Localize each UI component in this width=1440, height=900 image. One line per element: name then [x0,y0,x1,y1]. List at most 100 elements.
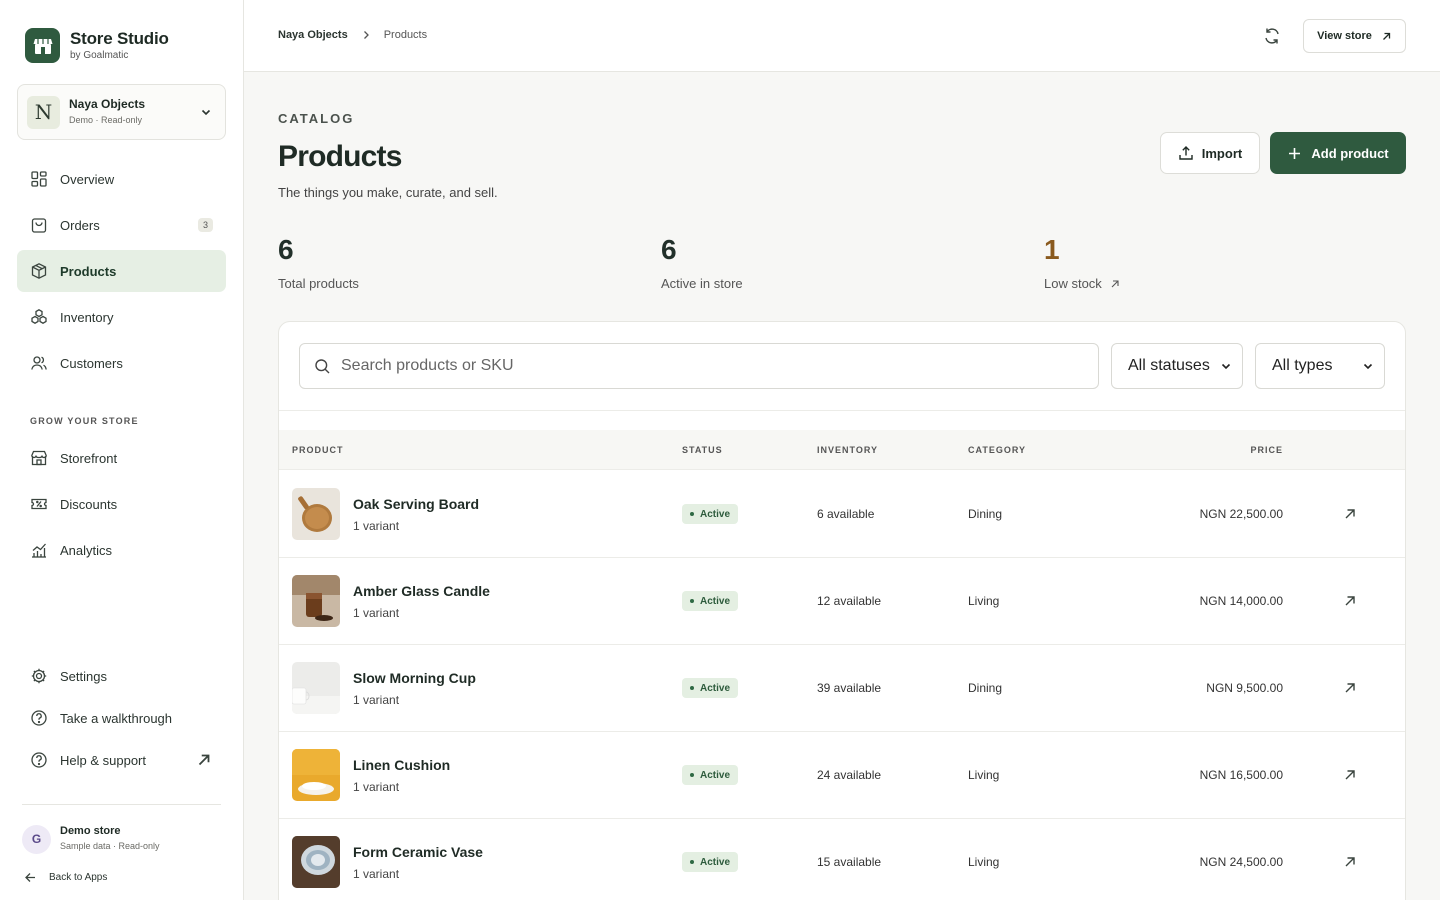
sidebar-item-label: Orders [60,217,100,233]
external-link-icon [1382,32,1391,40]
category-value: Living [968,855,1000,869]
sidebar-item-customers[interactable]: Customers [17,342,226,384]
stat-value: 1 [1044,234,1060,265]
breadcrumb-store-link[interactable]: Naya Objects [278,29,348,41]
price-value: NGN 9,500.00 [1206,681,1283,695]
type-filter-select[interactable]: All types [1255,343,1385,389]
sidebar-item-label: Storefront [60,450,118,466]
demo-store-subtitle: Sample data · Read-only [60,841,160,851]
product-variants: 1 variant [353,606,400,620]
inventory-value: 39 available [817,681,882,695]
gear-icon [31,668,47,684]
column-header-price[interactable]: PRICE [1250,445,1283,455]
import-button[interactable]: Import [1160,132,1260,174]
open-product-icon[interactable] [1343,768,1357,782]
table-row[interactable]: Form Ceramic Vase 1 variant Active 15 av… [279,819,1405,900]
status-filter-value: All statuses [1128,357,1210,374]
store-switcher[interactable]: N Naya Objects Demo · Read-only [17,84,226,140]
sidebar-item-label: Help & support [60,752,146,768]
sidebar-item-products[interactable]: Products [17,250,226,292]
column-header-inventory[interactable]: INVENTORY [817,445,878,455]
back-to-apps-link[interactable]: Back to Apps [24,871,107,884]
product-name[interactable]: Form Ceramic Vase [353,844,483,860]
main-nav: Overview Orders 3 Products Inventory Cus… [17,158,226,388]
column-header-product[interactable]: PRODUCT [292,445,344,455]
sidebar-item-discounts[interactable]: Discounts [17,483,226,525]
column-header-category[interactable]: CATEGORY [968,445,1026,455]
arrow-left-icon [25,873,35,882]
product-name[interactable]: Linen Cushion [353,757,450,773]
sidebar-item-label: Settings [60,668,107,684]
sidebar-item-settings[interactable]: Settings [17,655,226,697]
grid-icon [31,171,47,187]
sidebar-item-storefront[interactable]: Storefront [17,437,226,479]
table-row[interactable]: Slow Morning Cup 1 variant Active 39 ava… [279,645,1405,732]
brand-title: Store Studio [70,28,169,48]
box-icon [31,263,47,279]
refresh-icon[interactable] [1262,26,1282,46]
demo-store-card[interactable]: G Demo store Sample data · Read-only [22,824,160,854]
back-to-apps-label: Back to Apps [49,872,108,883]
store-meta: Demo · Read-only [69,114,143,125]
product-variants: 1 variant [353,693,400,707]
sidebar-item-inventory[interactable]: Inventory [17,296,226,338]
product-variants: 1 variant [353,519,400,533]
card-divider [279,410,1405,411]
status-badge: Active [682,678,739,698]
help-icon [31,710,47,726]
sidebar-item-walkthrough[interactable]: Take a walkthrough [17,697,226,739]
sidebar-item-analytics[interactable]: Analytics [17,529,226,571]
sidebar-divider [22,804,221,805]
open-product-icon[interactable] [1343,594,1357,608]
category-value: Dining [968,681,1003,695]
demo-store-title: Demo store [60,825,121,837]
search-field[interactable] [299,343,1099,389]
sidebar-item-label: Take a walkthrough [60,710,173,726]
sidebar-item-help[interactable]: Help & support [17,739,226,781]
page-title: Products [278,140,402,173]
sidebar-item-overview[interactable]: Overview [17,158,226,200]
table-row[interactable]: Linen Cushion 1 variant Active 24 availa… [279,732,1405,819]
stat-label: Active in store [661,276,743,291]
store-name: Naya Objects [69,96,146,111]
import-label: Import [1201,145,1243,161]
stat-low-stock[interactable]: 1 Low stock [1044,234,1120,291]
table-row[interactable]: Oak Serving Board 1 variant Active 6 ava… [279,471,1405,558]
product-thumbnail [292,662,340,714]
sidebar-item-label: Analytics [60,542,113,558]
stack-icon [31,309,47,324]
storefront-logo-icon [25,28,60,63]
grow-nav: Storefront Discounts Analytics [17,437,226,575]
product-name[interactable]: Slow Morning Cup [353,670,476,686]
product-thumbnail [292,749,340,801]
product-name[interactable]: Oak Serving Board [353,496,479,512]
products-card: All statuses All types PRODUCT STATUS IN… [278,321,1406,900]
inventory-value: 24 available [817,768,882,782]
sidebar-item-label: Inventory [60,309,114,325]
add-product-button[interactable]: Add product [1270,132,1406,174]
price-value: NGN 24,500.00 [1199,855,1283,869]
open-product-icon[interactable] [1343,681,1357,695]
product-thumbnail [292,836,340,888]
open-product-icon[interactable] [1343,507,1357,521]
product-variants: 1 variant [353,867,400,881]
nav-section-label: GROW YOUR STORE [30,416,139,426]
brand[interactable]: Store Studio by Goalmatic [25,28,169,63]
avatar: G [22,824,51,854]
status-filter-select[interactable]: All statuses [1111,343,1243,389]
table-row[interactable]: Amber Glass Candle 1 variant Active 12 a… [279,558,1405,645]
brand-subtitle: by Goalmatic [70,49,129,61]
bottom-nav: Settings Take a walkthrough Help & suppo… [17,655,226,781]
open-product-icon[interactable] [1343,855,1357,869]
search-input[interactable] [341,357,1081,375]
price-value: NGN 22,500.00 [1199,507,1283,521]
category-value: Living [968,768,1000,782]
product-name[interactable]: Amber Glass Candle [353,583,490,599]
product-variants: 1 variant [353,780,400,794]
column-header-status[interactable]: STATUS [682,445,723,455]
status-badge: Active [682,591,739,611]
chevron-right-icon [363,31,369,39]
view-store-button[interactable]: View store [1303,19,1406,53]
sidebar-item-orders[interactable]: Orders 3 [17,204,226,246]
page-eyebrow: CATALOG [278,111,355,126]
